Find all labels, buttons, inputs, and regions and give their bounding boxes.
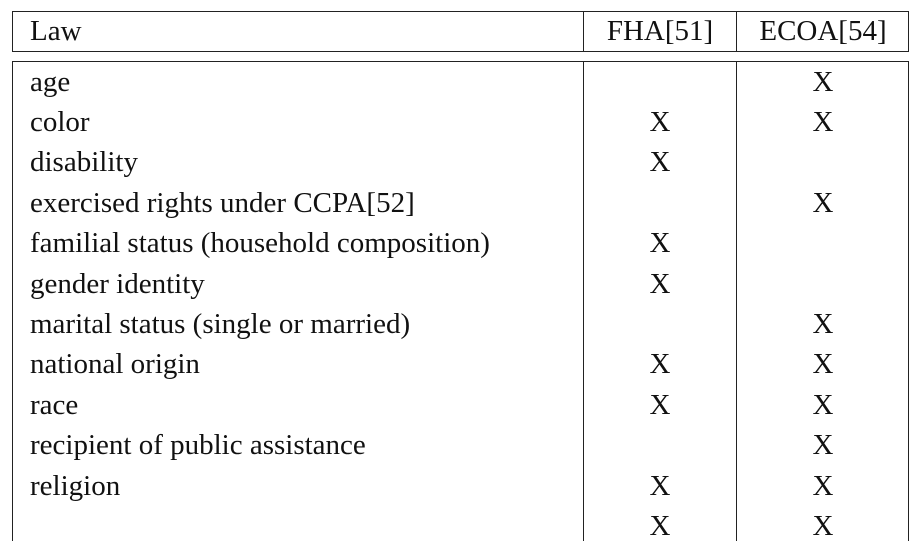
law-cell: disability xyxy=(30,146,138,178)
table-body: age X color X X disability X exercised r… xyxy=(12,61,909,542)
law-cell: age xyxy=(30,66,71,98)
fha-cell: X xyxy=(649,268,671,300)
ecoa-cell: X xyxy=(812,348,834,380)
header-ecoa: ECOA[54] xyxy=(759,15,887,47)
fha-cell: X xyxy=(649,146,671,178)
ecoa-cell: X xyxy=(812,429,834,461)
table-row: disability X xyxy=(13,142,908,182)
law-cell: marital status (single or married) xyxy=(30,308,411,340)
fha-cell: X xyxy=(649,348,671,380)
table-row: religion X X xyxy=(13,466,908,506)
ecoa-cell: X xyxy=(812,510,834,542)
fha-cell: X xyxy=(649,227,671,259)
table-row: marital status (single or married) X xyxy=(13,304,908,344)
table-row: familial status (household composition) … xyxy=(13,223,908,263)
table-row: recipient of public assistance X xyxy=(13,425,908,465)
law-cell: race xyxy=(30,389,79,421)
table-row: gender identity X xyxy=(13,264,908,304)
table-row: color X X xyxy=(13,102,908,142)
table-header: Law FHA[51] ECOA[54] xyxy=(12,11,909,52)
law-cell: familial status (household composition) xyxy=(30,227,490,259)
ecoa-cell: X xyxy=(812,187,834,219)
ecoa-cell: X xyxy=(812,389,834,421)
law-cell: gender identity xyxy=(30,268,205,300)
header-fha: FHA[51] xyxy=(606,15,714,47)
table-row: X X xyxy=(13,506,908,546)
law-cell: color xyxy=(30,106,90,138)
law-cell: exercised rights under CCPA[52] xyxy=(30,187,415,219)
fha-cell: X xyxy=(649,106,671,138)
law-cell: national origin xyxy=(30,348,200,380)
table-row: race X X xyxy=(13,385,908,425)
ecoa-cell: X xyxy=(812,66,834,98)
table-row: exercised rights under CCPA[52] X xyxy=(13,183,908,223)
ecoa-cell: X xyxy=(812,470,834,502)
ecoa-cell: X xyxy=(812,106,834,138)
column-divider xyxy=(583,12,584,51)
ecoa-cell: X xyxy=(812,308,834,340)
table-row: age X xyxy=(13,62,908,102)
law-cell: religion xyxy=(30,470,121,502)
fha-cell: X xyxy=(649,470,671,502)
law-cell: recipient of public assistance xyxy=(30,429,366,461)
fha-cell: X xyxy=(649,510,671,542)
fha-cell: X xyxy=(649,389,671,421)
table-row: national origin X X xyxy=(13,344,908,384)
column-divider xyxy=(736,12,737,51)
header-law: Law xyxy=(30,15,82,47)
